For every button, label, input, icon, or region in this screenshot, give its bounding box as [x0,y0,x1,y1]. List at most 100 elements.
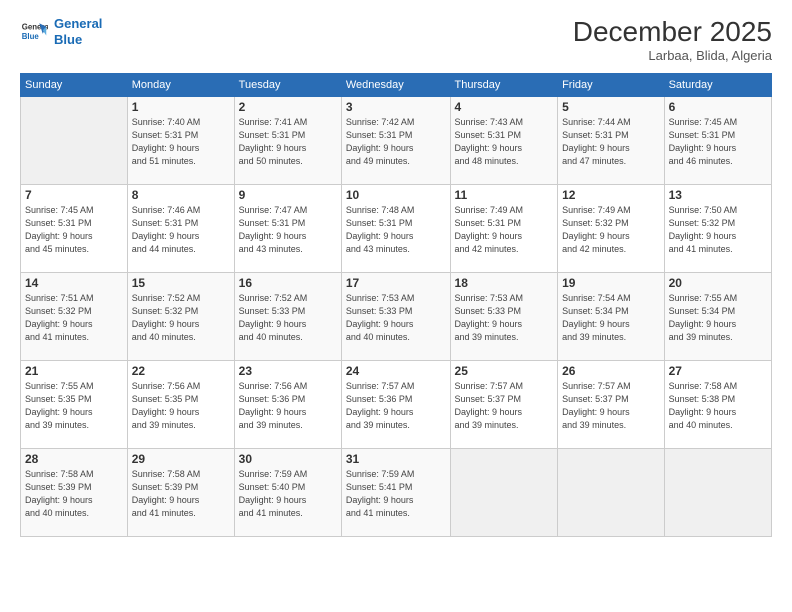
logo-line2: Blue [54,32,82,47]
calendar-cell: 11 Sunrise: 7:49 AM Sunset: 5:31 PM Dayli… [450,185,558,273]
day-info: Sunrise: 7:57 AM Sunset: 5:37 PM Dayligh… [562,380,660,432]
calendar-cell: 18 Sunrise: 7:53 AM Sunset: 5:33 PM Dayli… [450,273,558,361]
calendar-cell [21,97,128,185]
day-number: 3 [346,100,446,114]
calendar-cell: 30 Sunrise: 7:59 AM Sunset: 5:40 PM Dayli… [234,449,341,537]
day-number: 10 [346,188,446,202]
header: General Blue General Blue December 2025 … [20,16,772,63]
day-number: 8 [132,188,230,202]
day-info: Sunrise: 7:55 AM Sunset: 5:34 PM Dayligh… [669,292,767,344]
day-info: Sunrise: 7:54 AM Sunset: 5:34 PM Dayligh… [562,292,660,344]
day-number: 22 [132,364,230,378]
day-info: Sunrise: 7:57 AM Sunset: 5:36 PM Dayligh… [346,380,446,432]
day-number: 18 [455,276,554,290]
calendar-cell: 6 Sunrise: 7:45 AM Sunset: 5:31 PM Daylig… [664,97,771,185]
calendar-cell: 21Sunrise: 7:55 AM Sunset: 5:35 PM Dayli… [21,361,128,449]
col-header-tuesday: Tuesday [234,74,341,97]
day-info: Sunrise: 7:47 AM Sunset: 5:31 PM Dayligh… [239,204,337,256]
calendar-cell: 8Sunrise: 7:46 AM Sunset: 5:31 PM Daylig… [127,185,234,273]
calendar-cell: 24 Sunrise: 7:57 AM Sunset: 5:36 PM Dayli… [341,361,450,449]
day-info: Sunrise: 7:41 AM Sunset: 5:31 PM Dayligh… [239,116,337,168]
day-info: Sunrise: 7:58 AM Sunset: 5:38 PM Dayligh… [669,380,767,432]
calendar-cell: 7Sunrise: 7:45 AM Sunset: 5:31 PM Daylig… [21,185,128,273]
title-block: December 2025 Larbaa, Blida, Algeria [573,16,772,63]
day-info: Sunrise: 7:57 AM Sunset: 5:37 PM Dayligh… [455,380,554,432]
calendar-cell: 17 Sunrise: 7:53 AM Sunset: 5:33 PM Dayli… [341,273,450,361]
calendar-cell: 15Sunrise: 7:52 AM Sunset: 5:32 PM Dayli… [127,273,234,361]
calendar-header-row: SundayMondayTuesdayWednesdayThursdayFrid… [21,74,772,97]
day-number: 28 [25,452,123,466]
day-info: Sunrise: 7:40 AM Sunset: 5:31 PM Dayligh… [132,116,230,168]
day-info: Sunrise: 7:58 AM Sunset: 5:39 PM Dayligh… [25,468,123,520]
day-number: 6 [669,100,767,114]
day-info: Sunrise: 7:53 AM Sunset: 5:33 PM Dayligh… [455,292,554,344]
calendar-cell: 22 Sunrise: 7:56 AM Sunset: 5:35 PM Dayli… [127,361,234,449]
day-info: Sunrise: 7:56 AM Sunset: 5:35 PM Dayligh… [132,380,230,432]
calendar-cell: 2 Sunrise: 7:41 AM Sunset: 5:31 PM Daylig… [234,97,341,185]
day-number: 11 [455,188,554,202]
day-info: Sunrise: 7:58 AM Sunset: 5:39 PM Dayligh… [132,468,230,520]
day-number: 12 [562,188,660,202]
day-info: Sunrise: 7:53 AM Sunset: 5:33 PM Dayligh… [346,292,446,344]
day-number: 21 [25,364,123,378]
col-header-saturday: Saturday [664,74,771,97]
calendar-cell [450,449,558,537]
col-header-sunday: Sunday [21,74,128,97]
calendar-cell: 23 Sunrise: 7:56 AM Sunset: 5:36 PM Dayli… [234,361,341,449]
day-info: Sunrise: 7:59 AM Sunset: 5:40 PM Dayligh… [239,468,337,520]
logo-line1: General [54,16,102,31]
day-number: 16 [239,276,337,290]
day-number: 17 [346,276,446,290]
day-number: 27 [669,364,767,378]
calendar-cell: 14Sunrise: 7:51 AM Sunset: 5:32 PM Dayli… [21,273,128,361]
calendar-cell: 27 Sunrise: 7:58 AM Sunset: 5:38 PM Dayli… [664,361,771,449]
day-info: Sunrise: 7:52 AM Sunset: 5:33 PM Dayligh… [239,292,337,344]
location: Larbaa, Blida, Algeria [573,48,772,63]
calendar-week-row: 1 Sunrise: 7:40 AM Sunset: 5:31 PM Daylig… [21,97,772,185]
calendar-week-row: 21Sunrise: 7:55 AM Sunset: 5:35 PM Dayli… [21,361,772,449]
calendar-table: SundayMondayTuesdayWednesdayThursdayFrid… [20,73,772,537]
day-number: 13 [669,188,767,202]
day-info: Sunrise: 7:44 AM Sunset: 5:31 PM Dayligh… [562,116,660,168]
calendar-cell: 4 Sunrise: 7:43 AM Sunset: 5:31 PM Daylig… [450,97,558,185]
day-number: 30 [239,452,337,466]
calendar-cell [558,449,665,537]
calendar-cell: 3 Sunrise: 7:42 AM Sunset: 5:31 PM Daylig… [341,97,450,185]
calendar-cell: 28 Sunrise: 7:58 AM Sunset: 5:39 PM Dayli… [21,449,128,537]
day-info: Sunrise: 7:50 AM Sunset: 5:32 PM Dayligh… [669,204,767,256]
col-header-wednesday: Wednesday [341,74,450,97]
calendar-cell: 20 Sunrise: 7:55 AM Sunset: 5:34 PM Dayli… [664,273,771,361]
day-number: 2 [239,100,337,114]
day-number: 29 [132,452,230,466]
calendar-cell: 5Sunrise: 7:44 AM Sunset: 5:31 PM Daylig… [558,97,665,185]
day-info: Sunrise: 7:48 AM Sunset: 5:31 PM Dayligh… [346,204,446,256]
day-number: 25 [455,364,554,378]
svg-text:Blue: Blue [22,32,40,41]
day-number: 23 [239,364,337,378]
day-number: 15 [132,276,230,290]
calendar-week-row: 14Sunrise: 7:51 AM Sunset: 5:32 PM Dayli… [21,273,772,361]
page: General Blue General Blue December 2025 … [0,0,792,612]
calendar-cell: 29 Sunrise: 7:58 AM Sunset: 5:39 PM Dayli… [127,449,234,537]
day-number: 20 [669,276,767,290]
day-number: 1 [132,100,230,114]
day-info: Sunrise: 7:42 AM Sunset: 5:31 PM Dayligh… [346,116,446,168]
day-info: Sunrise: 7:56 AM Sunset: 5:36 PM Dayligh… [239,380,337,432]
calendar-cell [664,449,771,537]
calendar-cell: 12 Sunrise: 7:49 AM Sunset: 5:32 PM Dayli… [558,185,665,273]
month-year: December 2025 [573,16,772,48]
col-header-monday: Monday [127,74,234,97]
day-info: Sunrise: 7:45 AM Sunset: 5:31 PM Dayligh… [669,116,767,168]
day-number: 9 [239,188,337,202]
day-info: Sunrise: 7:49 AM Sunset: 5:31 PM Dayligh… [455,204,554,256]
day-number: 26 [562,364,660,378]
calendar-cell: 19Sunrise: 7:54 AM Sunset: 5:34 PM Dayli… [558,273,665,361]
calendar-cell: 10 Sunrise: 7:48 AM Sunset: 5:31 PM Dayli… [341,185,450,273]
day-number: 24 [346,364,446,378]
day-info: Sunrise: 7:49 AM Sunset: 5:32 PM Dayligh… [562,204,660,256]
day-number: 4 [455,100,554,114]
calendar-cell: 26 Sunrise: 7:57 AM Sunset: 5:37 PM Dayli… [558,361,665,449]
day-info: Sunrise: 7:43 AM Sunset: 5:31 PM Dayligh… [455,116,554,168]
calendar-week-row: 28 Sunrise: 7:58 AM Sunset: 5:39 PM Dayli… [21,449,772,537]
day-info: Sunrise: 7:59 AM Sunset: 5:41 PM Dayligh… [346,468,446,520]
